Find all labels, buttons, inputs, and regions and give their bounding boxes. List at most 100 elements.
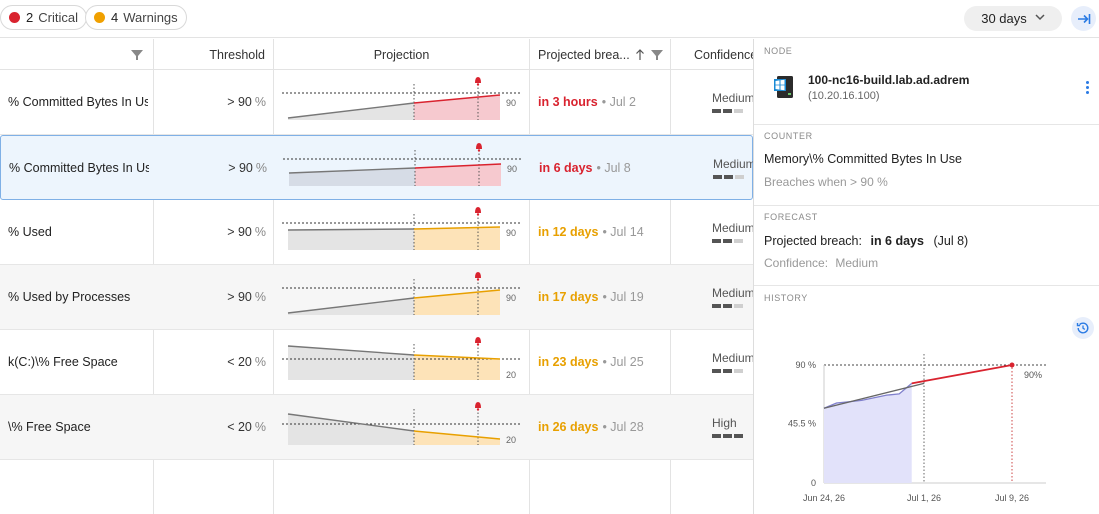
- table-row[interactable]: % Used > 90% 90 in 12 days • Jul 14 Medium: [0, 200, 753, 265]
- breach-date: • Jul 2: [601, 95, 636, 109]
- sort-ascending-icon[interactable]: [635, 48, 645, 61]
- confidence-column-header[interactable]: Confidence: [671, 39, 753, 70]
- filter-icon[interactable]: [131, 49, 143, 60]
- projected-breach: in 3 hours • Jul 2: [538, 70, 668, 134]
- forecast-confidence: Confidence: Medium: [764, 256, 878, 270]
- arrow-right-bar-icon: [1077, 13, 1090, 24]
- forecast-table: Threshold Projection Projected brea... C…: [0, 39, 753, 514]
- projected-breach: in 12 days • Jul 14: [538, 200, 668, 264]
- limit-label: 20: [506, 370, 516, 380]
- forecast-series: [911, 364, 1013, 385]
- counter-name: \% Free Space: [8, 420, 91, 434]
- warning-dot-icon: [94, 12, 105, 23]
- confidence-label: High: [712, 416, 737, 430]
- confidence-indicator: Medium: [712, 200, 753, 264]
- confidence-indicator: High: [712, 395, 753, 459]
- forecast-section: FORECAST Projected breach: in 6 days (Ju…: [754, 206, 1099, 286]
- confidence-value: Medium: [835, 256, 879, 270]
- breach-when: in 6 days: [539, 160, 593, 175]
- breach-date: • Jul 8: [596, 160, 631, 175]
- period-dropdown[interactable]: 30 days: [964, 6, 1062, 31]
- collapse-panel-button[interactable]: [1071, 6, 1096, 31]
- critical-dot-icon: [9, 12, 20, 23]
- confidence-indicator: Medium: [712, 265, 753, 329]
- projection-sparkline: 90: [274, 265, 530, 329]
- projected-breach: in 26 days • Jul 28: [538, 395, 668, 459]
- counter-name: % Used: [8, 225, 52, 239]
- breach-when: in 3 hours: [538, 95, 598, 109]
- threshold-unit: %: [254, 225, 266, 239]
- alarm-bell-icon: [475, 207, 481, 216]
- critical-filter-chip[interactable]: 2 Critical: [0, 5, 87, 30]
- chevron-down-icon: [1035, 13, 1045, 24]
- warnings-label: Warnings: [123, 10, 178, 25]
- y-tick-label: 45.5 %: [788, 418, 816, 428]
- node-menu-icon[interactable]: [1086, 81, 1090, 94]
- threshold-number: > 90: [227, 95, 252, 109]
- breach-date: • Jul 19: [602, 290, 644, 304]
- limit-label: 90: [507, 164, 517, 174]
- confidence-label: Confidence:: [764, 256, 829, 270]
- critical-count: 2: [26, 10, 34, 25]
- table-row[interactable]: % Used by Processes > 90% 90 in 17 days • Ju…: [0, 265, 753, 330]
- warnings-filter-chip[interactable]: 4 Warnings: [85, 5, 187, 30]
- breach-when: in 12 days: [538, 225, 599, 239]
- confidence-bars-icon: [712, 239, 743, 243]
- limit-label: 90: [506, 98, 516, 108]
- table-row[interactable]: % Committed Bytes In Use > 90% 90 in 3 hour…: [0, 70, 753, 135]
- x-tick-label: Jul 9, 26: [995, 493, 1029, 503]
- confidence-indicator: Medium: [712, 330, 753, 394]
- counter-name: % Committed Bytes In Use: [8, 95, 148, 109]
- projected-breach-label: Projected breach:: [764, 234, 862, 248]
- critical-label: Critical: [38, 10, 78, 25]
- threshold-value: > 90%: [154, 70, 266, 134]
- windows-server-icon: [774, 76, 793, 98]
- breach-date: • Jul 25: [602, 355, 644, 369]
- breach-point: [1009, 362, 1015, 368]
- projected-breach: in 17 days • Jul 19: [538, 265, 668, 329]
- breach-when: in 23 days: [538, 355, 599, 369]
- limit-label: 90: [506, 293, 516, 303]
- confidence-bars-icon: [712, 434, 743, 438]
- threshold-value: < 20%: [154, 395, 266, 459]
- history-area: [824, 383, 912, 483]
- counter-column-header[interactable]: [0, 39, 154, 70]
- projection-sparkline: 20: [274, 330, 530, 394]
- threshold-unit: %: [255, 160, 267, 175]
- x-tick-label: Jul 1, 26: [907, 493, 941, 503]
- history-icon: [1076, 322, 1089, 334]
- threshold-value: > 90%: [155, 136, 267, 199]
- confidence-bars-icon: [712, 369, 743, 373]
- projected-breach-line: Projected breach: in 6 days (Jul 8): [764, 234, 968, 248]
- node-section-title: NODE: [764, 46, 793, 56]
- confidence-bars-icon: [712, 304, 743, 308]
- counter-name: Memory\% Committed Bytes In Use: [764, 152, 962, 166]
- projection-column-header[interactable]: Projection: [274, 39, 530, 70]
- alarm-bell-icon: [476, 142, 482, 152]
- threshold-number: < 20: [227, 355, 252, 369]
- table-row[interactable]: \% Free Space < 20% 20 in 26 days • Jul 28 Hi…: [0, 395, 753, 460]
- node-ip: (10.20.16.100): [808, 90, 880, 102]
- table-header: Threshold Projection Projected brea... C…: [0, 39, 753, 70]
- warnings-count: 4: [111, 10, 119, 25]
- confidence-label: Medium: [712, 351, 753, 365]
- alarm-bell-icon: [475, 272, 481, 281]
- threshold-column-header[interactable]: Threshold: [154, 39, 274, 70]
- node-name[interactable]: 100-nc16-build.lab.ad.adrem: [808, 73, 969, 87]
- threshold-unit: %: [254, 420, 266, 434]
- threshold-value: > 90%: [154, 200, 266, 264]
- threshold-label: 90%: [1024, 370, 1042, 380]
- alarm-bell-icon: [475, 402, 481, 411]
- breach-column-header[interactable]: Projected brea...: [530, 39, 671, 70]
- breach-when: in 26 days: [538, 420, 599, 434]
- table-row[interactable]: k(C:)\% Free Space < 20% 20 in 23 days • Jul…: [0, 330, 753, 395]
- history-button[interactable]: [1072, 317, 1094, 339]
- filter-icon[interactable]: [650, 49, 663, 60]
- history-chart: 0 45.5 % 90 % Jun 24, 26 Jul 1, 26 Jul 9, 26 9…: [788, 354, 1046, 503]
- threshold-unit: %: [254, 355, 266, 369]
- details-panel: NODE 100-nc16-build.lab.ad.adrem (10.20.…: [753, 39, 1099, 514]
- confidence-label: Medium: [712, 286, 753, 300]
- counter-section-title: COUNTER: [764, 131, 813, 141]
- table-row[interactable]: % Committed Bytes In Use > 90% 90 in 6 days…: [0, 135, 753, 200]
- limit-label: 90: [506, 228, 516, 238]
